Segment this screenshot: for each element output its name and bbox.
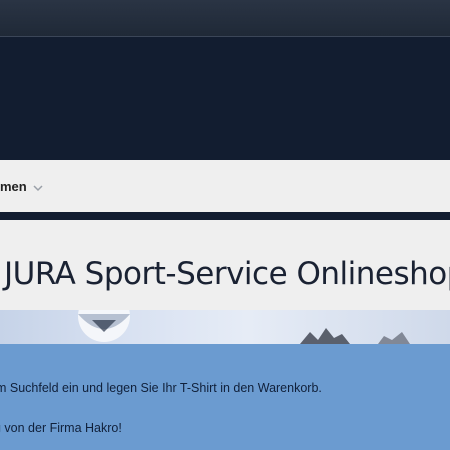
hero-banner-image xyxy=(0,310,450,344)
nav-divider xyxy=(0,212,450,220)
main-navigation: nmen xyxy=(0,160,450,212)
page-title: JURA Sport-Service Onlineshop xyxy=(4,256,450,292)
page-title-bar: JURA Sport-Service Onlineshop xyxy=(0,220,450,310)
top-bar xyxy=(0,0,450,37)
soccer-ball-icon xyxy=(78,310,130,342)
info-text-line: m Suchfeld ein und legen Sie Ihr T-Shirt… xyxy=(0,381,322,395)
info-section: m Suchfeld ein und legen Sie Ihr T-Shirt… xyxy=(0,344,450,450)
info-text-line: g von der Firma Hakro! xyxy=(0,421,122,435)
chevron-down-icon xyxy=(33,181,43,192)
nav-item-unternehmen[interactable]: nmen xyxy=(0,160,43,212)
site-header xyxy=(0,37,450,160)
nav-item-label: nmen xyxy=(0,178,27,194)
